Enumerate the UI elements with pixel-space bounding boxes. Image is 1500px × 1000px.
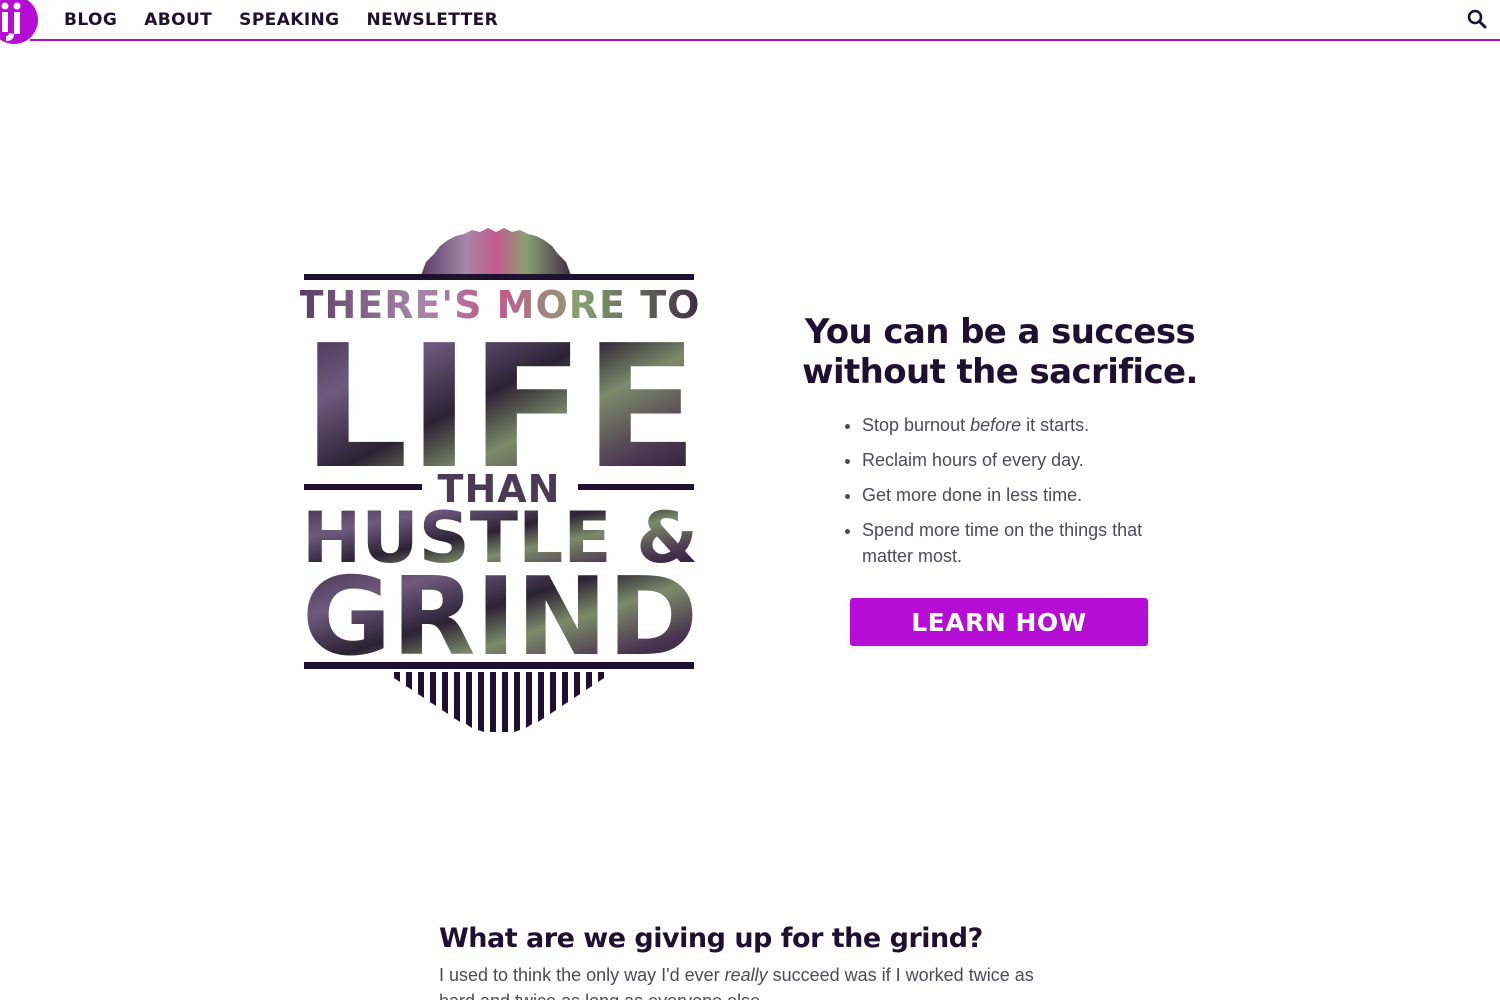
benefit-item: Get more done in less time.	[862, 482, 1162, 508]
badge-than-right	[578, 484, 694, 490]
badge-than-left	[304, 484, 422, 490]
nav-speaking[interactable]: SPEAKING	[239, 10, 339, 30]
main-nav: BLOG ABOUT SPEAKING NEWSLETTER	[64, 10, 498, 30]
nav-about[interactable]: ABOUT	[144, 10, 212, 30]
benefit-item: Spend more time on the things that matte…	[862, 517, 1162, 569]
ij-logo-icon[interactable]	[0, 0, 42, 44]
hero-copy: You can be a success without the sacrifi…	[790, 312, 1210, 646]
badge-top-bar	[304, 274, 694, 280]
hero-title-line1: You can be a success	[804, 312, 1196, 352]
hero-title: You can be a success without the sacrifi…	[790, 312, 1210, 392]
section-paragraph: I used to think the only way I'd ever re…	[439, 965, 1034, 1000]
hero-title-line2: without the sacrifice.	[802, 352, 1198, 392]
benefits-list: Stop burnout before it starts. Reclaim h…	[862, 412, 1162, 569]
site-header: BLOG ABOUT SPEAKING NEWSLETTER	[0, 0, 1500, 44]
badge-bottom-bar	[304, 662, 694, 669]
badge-starburst	[420, 228, 572, 278]
benefit-item: Reclaim hours of every day.	[862, 447, 1162, 473]
hero-badge-graphic: THERE'S MORE TO LIFE THAN HUSTLE & GRIND	[300, 228, 699, 732]
learn-how-button[interactable]: LEARN HOW	[850, 598, 1148, 646]
nav-newsletter[interactable]: NEWSLETTER	[367, 10, 499, 30]
badge-line5: GRIND	[302, 555, 698, 680]
badge-stripes	[394, 672, 604, 732]
benefit-item: Stop burnout before it starts.	[862, 412, 1162, 438]
section-heading: What are we giving up for the grind?	[439, 923, 983, 954]
search-icon[interactable]	[1466, 8, 1488, 30]
nav-blog[interactable]: BLOG	[64, 10, 117, 30]
grind-section: What are we giving up for the grind? I u…	[439, 922, 1079, 1000]
header-divider	[30, 39, 1500, 41]
